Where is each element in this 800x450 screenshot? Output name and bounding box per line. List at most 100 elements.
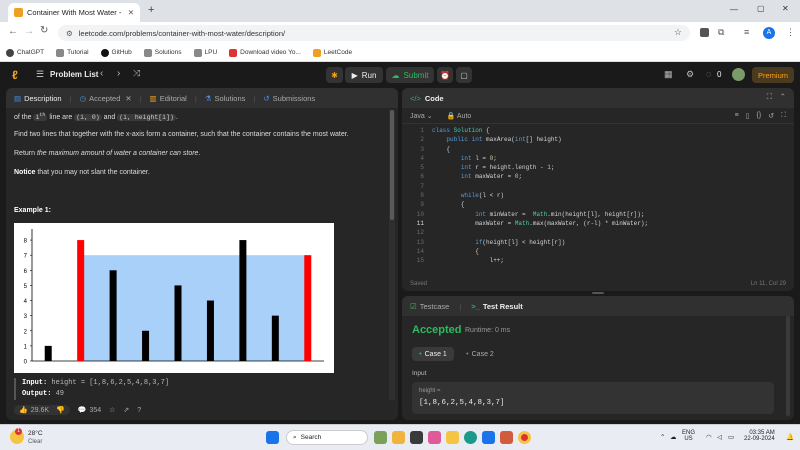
problem-list-icon[interactable]: ☰ (36, 69, 44, 80)
app-icon[interactable] (410, 431, 423, 444)
chrome-icon[interactable] (518, 431, 531, 444)
windows-start-icon[interactable] (266, 431, 279, 444)
case-2-tab[interactable]: • Case 2 (462, 347, 498, 361)
folder-icon (56, 48, 65, 57)
bookmark-item[interactable]: LPU (193, 48, 217, 57)
description-scrollbar-thumb[interactable] (390, 110, 394, 220)
browser-menu-icon[interactable]: ⋮ (786, 27, 795, 38)
run-button[interactable]: ▶ Run (345, 67, 383, 83)
submit-button[interactable]: ☁ Submit (386, 67, 434, 83)
photos-icon[interactable] (428, 431, 441, 444)
thumbs-down-icon[interactable]: 👎 (56, 406, 65, 414)
prev-problem-icon[interactable]: ‹ (100, 68, 103, 79)
tab-test-result[interactable]: >_ Test Result (471, 302, 522, 311)
panel-resize-handle[interactable] (592, 292, 604, 294)
tab-accepted[interactable]: ◷ Accepted ✕ (80, 94, 132, 103)
notification-bell-icon[interactable]: 🔔 (786, 433, 794, 441)
cloud-upload-icon: ☁ (391, 70, 400, 80)
tab-submissions[interactable]: ↺ Submissions (263, 94, 315, 103)
code-line: { (432, 247, 479, 255)
layout-icon[interactable]: ▦ (664, 69, 673, 80)
clock[interactable]: 03:35 AM 22-09-2024 (744, 430, 775, 442)
code-editor-panel: </> Code ⛶ ⌃ Java ⌄ 🔒 Auto ≡ ▯ {} ↺ ⛶ 12… (402, 88, 794, 291)
shuffle-icon[interactable]: ⤨ (133, 68, 140, 79)
close-tab-icon[interactable]: ✕ (125, 94, 131, 103)
extension-icon[interactable] (700, 28, 709, 37)
taskbar-search[interactable]: ⌕ Search (286, 430, 368, 445)
folder-icon (193, 48, 202, 57)
tab-description[interactable]: ▤ Description (14, 94, 62, 103)
favorite-star-icon[interactable]: ☆ (109, 406, 115, 414)
browser-tab[interactable]: Container With Most Water - Le ✕ (8, 3, 140, 22)
code-text[interactable]: class Solution { public int maxArea(int[… (432, 126, 648, 265)
notes-button[interactable]: ▢ (456, 67, 472, 83)
like-button[interactable]: 👍 29.6K 👎 (14, 405, 70, 415)
app-icon[interactable] (392, 431, 405, 444)
bookmark-item[interactable]: Download video Yo... (229, 48, 301, 57)
collapse-icon[interactable]: ⌃ (780, 92, 786, 101)
app-icon[interactable] (500, 431, 513, 444)
window-minimize-button[interactable]: — (730, 5, 738, 14)
back-arrow-icon[interactable]: ← (8, 26, 18, 37)
line-number: 2 (420, 136, 424, 144)
braces-icon[interactable]: {} (757, 112, 762, 120)
problem-list-link[interactable]: Problem List (50, 70, 98, 79)
streak-fire-icon[interactable]: ◌ (706, 69, 711, 79)
debug-button[interactable]: ✱ (326, 67, 343, 83)
bookmark-star-icon[interactable]: ☆ (674, 27, 682, 38)
media-control-icon[interactable]: ≡ (744, 27, 749, 37)
premium-button[interactable]: Premium (752, 67, 794, 83)
cursor-position: Ln 11, Col 29 (750, 281, 786, 287)
format-icon[interactable]: ≡ (735, 112, 739, 120)
battery-icon[interactable]: ▭ (728, 433, 734, 441)
forward-arrow-icon[interactable]: → (24, 26, 34, 37)
code-toolbar-icons: ≡ ▯ {} ↺ ⛶ (735, 112, 786, 120)
flask-icon: ⚗ (204, 93, 212, 103)
tab-solutions[interactable]: ⚗ Solutions (205, 94, 246, 103)
weather-temp[interactable]: 28°C (28, 430, 43, 437)
tab-close-icon[interactable]: ✕ (128, 8, 134, 17)
timer-button[interactable]: ⏰ (437, 67, 453, 83)
reset-icon[interactable]: ↺ (768, 112, 774, 120)
next-problem-icon[interactable]: › (117, 68, 120, 79)
test-panel-scrollbar[interactable] (786, 316, 790, 416)
edge-browser-icon[interactable] (464, 431, 477, 444)
lock-icon: 🔒 (446, 112, 456, 120)
window-close-button[interactable]: ✕ (782, 4, 789, 13)
new-tab-button[interactable]: + (148, 4, 154, 16)
bookmark-icon[interactable]: ▯ (746, 112, 750, 120)
bookmark-item[interactable]: Solutions (143, 48, 182, 57)
mode-toggle[interactable]: 🔒 Auto (447, 112, 472, 120)
widgets-icon[interactable] (374, 431, 387, 444)
maximize-icon[interactable]: ⛶ (767, 92, 772, 102)
onedrive-icon[interactable]: ☁ (670, 433, 677, 441)
settings-gear-icon[interactable]: ⚙ (686, 69, 694, 80)
language-select[interactable]: Java ⌄ (410, 112, 433, 120)
leetcode-logo-icon[interactable]: ℓ (12, 68, 24, 82)
extensions-puzzle-icon[interactable]: ⧉ (718, 27, 724, 38)
bookmark-item[interactable]: Tutorial (56, 48, 89, 57)
address-bar[interactable]: ⚙ leetcode.com/problems/container-with-m… (58, 25, 690, 41)
user-avatar[interactable] (732, 68, 745, 81)
highlight-bar (304, 255, 312, 361)
share-icon[interactable]: ⇗ (123, 406, 129, 414)
fullscreen-icon[interactable]: ⛶ (781, 112, 786, 120)
comments-button[interactable]: 💬 354 (78, 406, 101, 415)
profile-avatar[interactable]: A (763, 27, 775, 39)
bookmark-item[interactable]: GitHub (100, 48, 132, 57)
window-maximize-button[interactable]: ▢ (757, 4, 765, 13)
wifi-icon[interactable]: ◠ (706, 433, 712, 441)
volume-icon[interactable]: ◁ (717, 433, 722, 441)
store-icon[interactable] (482, 431, 495, 444)
file-explorer-icon[interactable] (446, 431, 459, 444)
reload-icon[interactable]: ↻ (40, 25, 48, 36)
bookmark-item[interactable]: ChatGPT (6, 48, 44, 57)
help-icon[interactable]: ? (137, 407, 141, 414)
tab-editorial[interactable]: ▥ Editorial (150, 94, 187, 103)
tray-chevron-icon[interactable]: ⌃ (660, 433, 665, 441)
site-info-icon[interactable]: ⚙ (66, 29, 73, 38)
bookmark-item[interactable]: LeetCode (312, 48, 352, 57)
tab-testcase[interactable]: ☑ Testcase (410, 302, 449, 311)
language-indicator[interactable]: ENG US (682, 430, 695, 442)
case-1-tab[interactable]: • Case 1 (412, 347, 454, 361)
